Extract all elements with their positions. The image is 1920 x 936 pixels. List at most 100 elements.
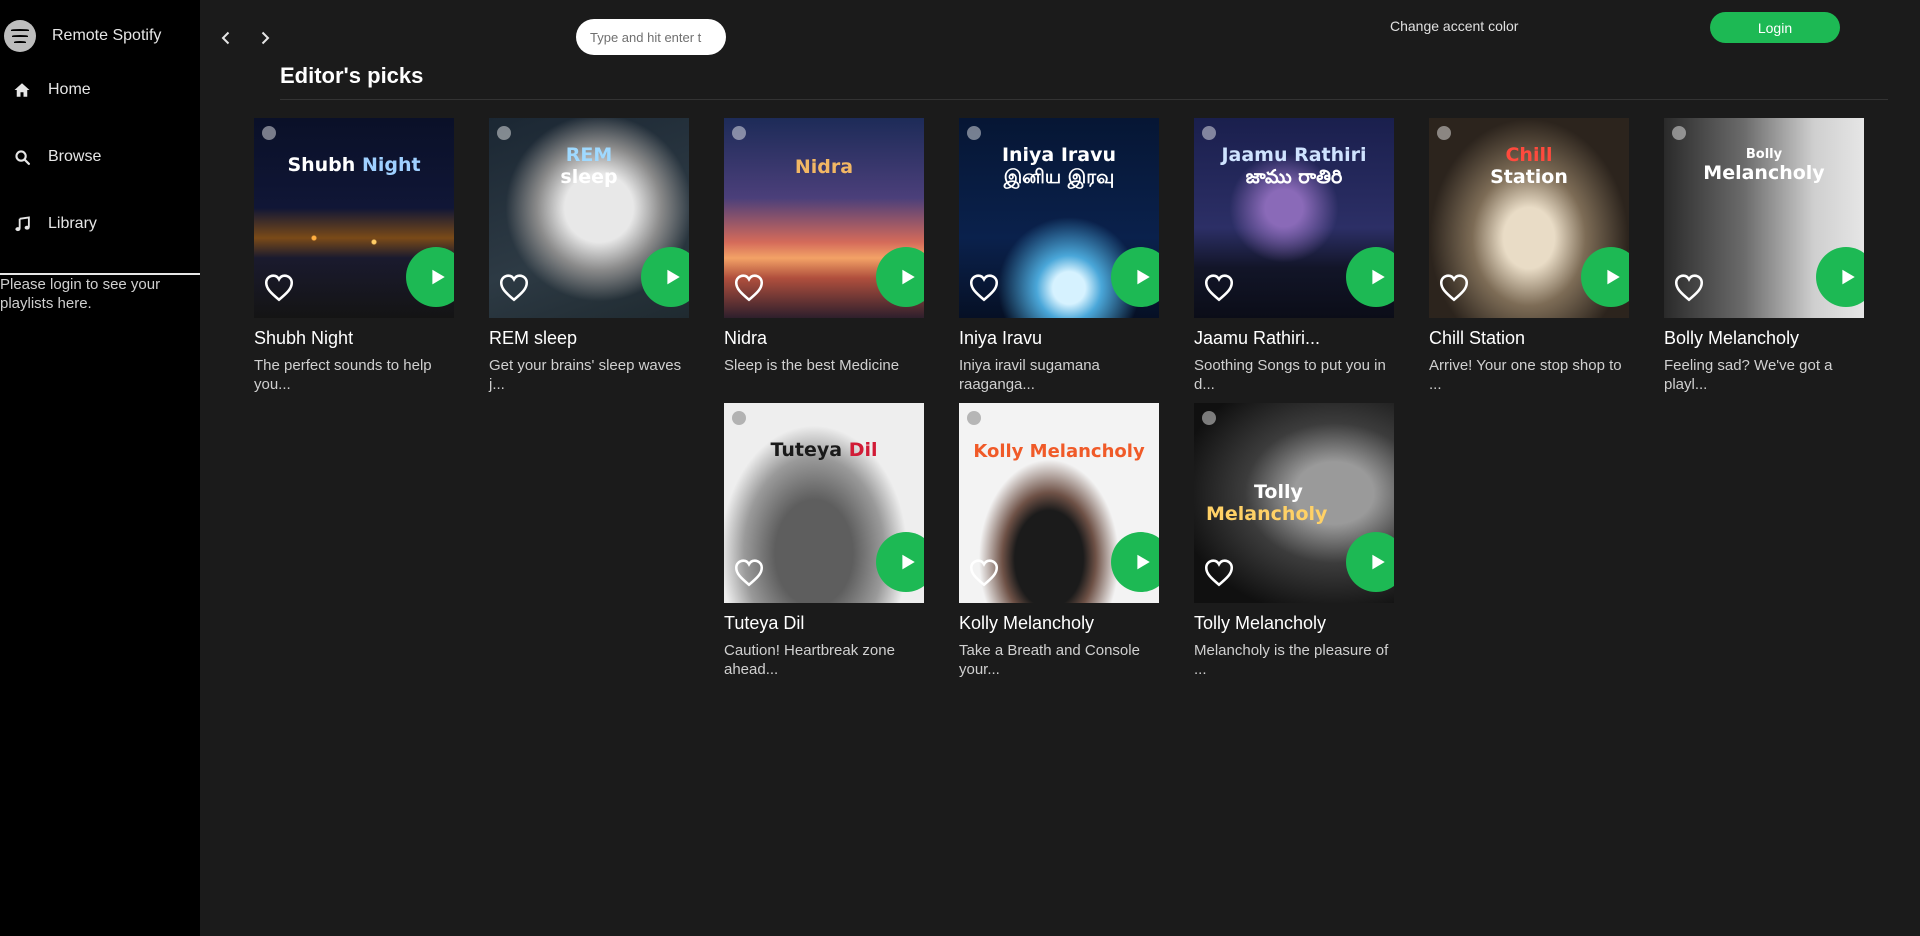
playlist-title[interactable]: REM sleep (489, 328, 689, 349)
sidebar-item-label: Browse (48, 148, 102, 165)
sidebar-item-library[interactable]: Library (12, 214, 97, 234)
login-button[interactable]: Login (1710, 12, 1840, 43)
cover-art-line: జాము రాతిరి (1245, 166, 1343, 188)
playlist-description: Take a Breath and Console your... (959, 642, 1140, 678)
spotify-badge-icon (732, 411, 746, 425)
sidebar-item-browse[interactable]: Browse (12, 147, 101, 167)
cover-art-text: Chill Station (1429, 144, 1629, 188)
cover-art-line: Melancholy (1206, 503, 1328, 525)
spotify-badge-icon (967, 411, 981, 425)
heart-icon[interactable] (732, 555, 766, 589)
app-name: Remote Spotify (52, 27, 162, 44)
cover-art-text: Jaamu Rathiri జాము రాతిరి (1194, 144, 1394, 188)
spotify-badge-icon (1202, 411, 1216, 425)
playlist-cover[interactable]: REM sleep (489, 118, 689, 318)
search-input[interactable] (576, 19, 726, 55)
playlist-cover[interactable]: Shubh Night (254, 118, 454, 318)
section-divider (280, 99, 1888, 100)
play-icon (666, 269, 680, 285)
playlist-description: Arrive! Your one stop shop to ... (1429, 357, 1622, 393)
playlist-card[interactable]: REM sleep REM sleep Get your brains' slee… (489, 118, 689, 401)
heart-icon[interactable] (732, 270, 766, 304)
playlist-card[interactable]: Tuteya Dil Tuteya Dil Caution! Heartbrea… (724, 403, 924, 686)
cover-art-line: sleep (560, 166, 618, 188)
cover-art-line: Chill (1505, 144, 1553, 166)
cover-art-line: Iniya Iravu (1001, 144, 1117, 166)
cover-art-text: Shubh Night (254, 154, 454, 176)
playlist-title[interactable]: Shubh Night (254, 328, 454, 349)
playlist-cover[interactable]: Chill Station (1429, 118, 1629, 318)
cover-art-line: Shubh (287, 154, 356, 176)
playlist-cover[interactable]: Bolly Melancholy (1664, 118, 1864, 318)
playlist-card[interactable]: Chill Station Chill Station Arrive! Your … (1429, 118, 1629, 401)
playlist-title[interactable]: Tolly Melancholy (1194, 613, 1394, 634)
change-accent-color-link[interactable]: Change accent color (1390, 18, 1518, 34)
sidebar-item-label: Home (48, 81, 91, 98)
playlist-card[interactable]: Iniya Iravu இனிய இரவு Iniya Iravu Iniya i… (959, 118, 1159, 401)
playlist-cover[interactable]: Kolly Melancholy (959, 403, 1159, 603)
playlist-card[interactable]: Kolly Melancholy Kolly Melancholy Take a… (959, 403, 1159, 686)
playlist-description: Soothing Songs to put you in d... (1194, 357, 1386, 393)
cover-art-line: Station (1490, 166, 1568, 188)
forward-button[interactable] (253, 26, 277, 50)
play-icon (1136, 269, 1150, 285)
playlist-title[interactable]: Kolly Melancholy (959, 613, 1159, 634)
brand[interactable]: Remote Spotify (4, 20, 161, 52)
playlist-title[interactable]: Chill Station (1429, 328, 1629, 349)
playlist-title[interactable]: Jaamu Rathiri... (1194, 328, 1394, 349)
cover-art-line: Jaamu Rathiri (1221, 144, 1367, 166)
play-icon (901, 554, 915, 570)
cover-art-line: Kolly Melancholy (973, 441, 1145, 462)
cover-art-text: Tuteya Dil (724, 439, 924, 461)
sidebar-item-home[interactable]: Home (12, 80, 91, 100)
playlist-card[interactable]: Tolly Melancholy Tolly Melancholy Melanch… (1194, 403, 1394, 686)
cover-art-line: Nidra (794, 156, 854, 178)
heart-icon[interactable] (1202, 270, 1236, 304)
playlist-title[interactable]: Tuteya Dil (724, 613, 924, 634)
play-icon (1371, 554, 1385, 570)
playlist-description: Iniya iravil sugamana raaganga... (959, 357, 1100, 393)
play-icon (901, 269, 915, 285)
playlist-cover[interactable]: Nidra (724, 118, 924, 318)
heart-icon[interactable] (967, 270, 1001, 304)
play-icon (1136, 554, 1150, 570)
cover-art-line: Night (361, 154, 421, 176)
section-title: Editor's picks (280, 63, 424, 88)
cover-art-text: Nidra (724, 156, 924, 178)
play-icon (1606, 269, 1620, 285)
playlist-description: Melancholy is the pleasure of ... (1194, 642, 1389, 678)
playlist-cover[interactable]: Tolly Melancholy (1194, 403, 1394, 603)
playlist-title[interactable]: Iniya Iravu (959, 328, 1159, 349)
play-icon (431, 269, 445, 285)
playlist-grid: Shubh Night Shubh Night The perfect soun… (254, 118, 1884, 686)
login-note: Please login to see your playlists here. (0, 276, 161, 312)
playlist-card[interactable]: Nidra Nidra Sleep is the best Medicine (724, 118, 924, 401)
play-icon (1371, 269, 1385, 285)
playlist-cover[interactable]: Tuteya Dil (724, 403, 924, 603)
playlist-title[interactable]: Nidra (724, 328, 924, 349)
heart-icon[interactable] (262, 270, 296, 304)
playlist-card[interactable]: Jaamu Rathiri జాము రాతిరి Jaamu Rathiri..… (1194, 118, 1394, 401)
playlist-cover[interactable]: Iniya Iravu இனிய இரவு (959, 118, 1159, 318)
spotify-badge-icon (1437, 126, 1451, 140)
cover-art-text: REM sleep (489, 144, 689, 188)
playlist-title[interactable]: Bolly Melancholy (1664, 328, 1864, 349)
playlist-cover[interactable]: Jaamu Rathiri జాము రాతిరి (1194, 118, 1394, 318)
spotify-logo-icon (4, 20, 36, 52)
sidebar-item-label: Library (48, 215, 97, 232)
sidebar: Remote Spotify Home Browse Library Pleas… (0, 0, 200, 936)
chevron-right-icon (261, 31, 270, 45)
playlist-description: The perfect sounds to help you... (254, 357, 432, 393)
heart-icon[interactable] (967, 555, 1001, 589)
heart-icon[interactable] (1202, 555, 1236, 589)
cover-art-line: இனிய இரவு (1003, 166, 1115, 188)
playlist-description: Feeling sad? We've got a playl... (1664, 357, 1833, 393)
back-button[interactable] (214, 26, 238, 50)
heart-icon[interactable] (1437, 270, 1471, 304)
playlist-card[interactable]: Bolly Melancholy Bolly Melancholy Feeling… (1664, 118, 1864, 401)
playlist-card[interactable]: Shubh Night Shubh Night The perfect soun… (254, 118, 454, 401)
heart-icon[interactable] (497, 270, 531, 304)
cover-art-line: Melancholy (1703, 162, 1825, 184)
heart-icon[interactable] (1672, 270, 1706, 304)
spotify-badge-icon (497, 126, 511, 140)
